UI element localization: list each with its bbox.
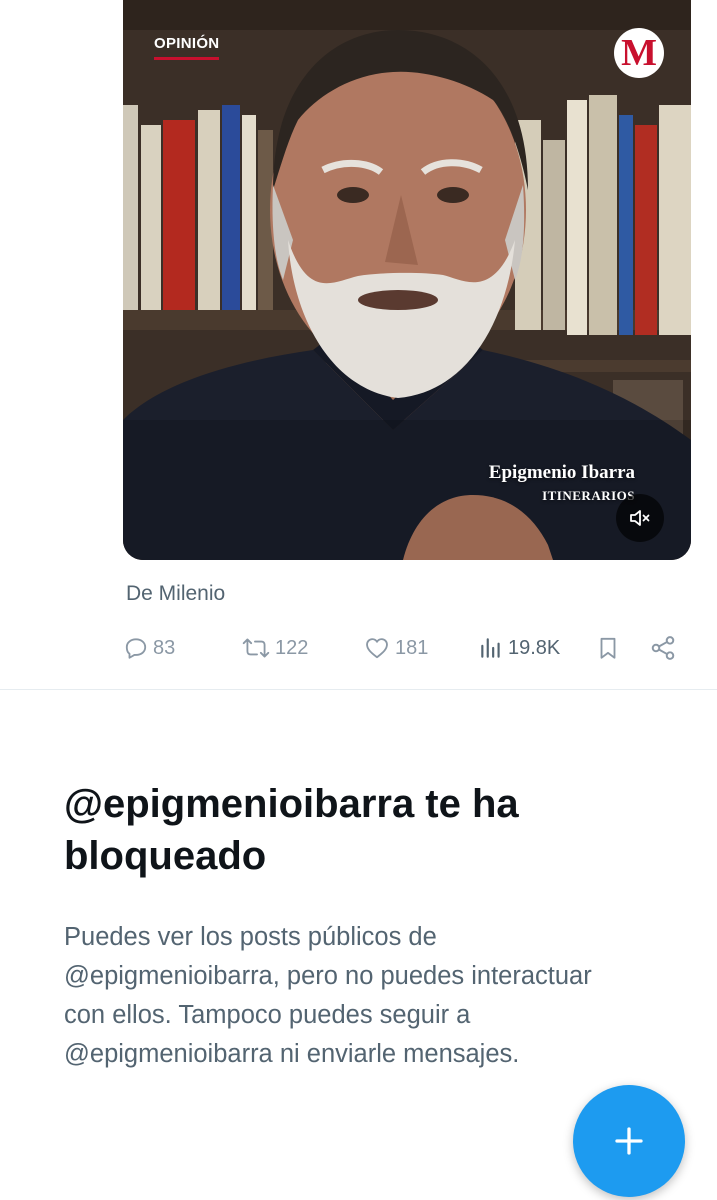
bookmark-icon [600, 637, 616, 659]
blocked-notice-title: @epigmenioibarra te ha bloqueado [64, 782, 519, 878]
repost-button[interactable]: 122 [241, 628, 308, 668]
post-source-label[interactable]: De Milenio [126, 582, 225, 606]
share-button[interactable] [649, 628, 677, 668]
views-chart-icon [481, 638, 500, 658]
views-button[interactable]: 19.8K [478, 628, 560, 668]
plus-icon [615, 1127, 643, 1155]
divider [0, 689, 717, 690]
like-count: 181 [395, 636, 429, 659]
bookmark-button[interactable] [595, 628, 621, 668]
repost-icon [242, 638, 270, 658]
milenio-logo: M [614, 28, 664, 78]
opinion-badge: OPINIÓN [154, 35, 220, 60]
reply-icon [125, 638, 147, 659]
reply-button[interactable]: 83 [123, 628, 175, 668]
video-caption-name: Epigmenio Ibarra [488, 462, 635, 483]
blocked-notice-description: Puedes ver los posts públicos de @epigme… [64, 923, 592, 1068]
like-button[interactable]: 181 [363, 628, 428, 668]
speaker-muted-icon [630, 510, 650, 526]
post-action-bar: 83 122 181 19.8K [123, 628, 683, 668]
share-icon [651, 636, 675, 660]
video-player[interactable]: OPINIÓN M Epigmenio Ibarra ITINERARIOS [123, 0, 691, 560]
mute-button[interactable] [616, 494, 664, 542]
compose-post-button[interactable] [573, 1085, 685, 1197]
reply-count: 83 [153, 636, 176, 659]
repost-count: 122 [275, 636, 309, 659]
heart-icon [366, 638, 388, 659]
views-count: 19.8K [508, 636, 561, 659]
